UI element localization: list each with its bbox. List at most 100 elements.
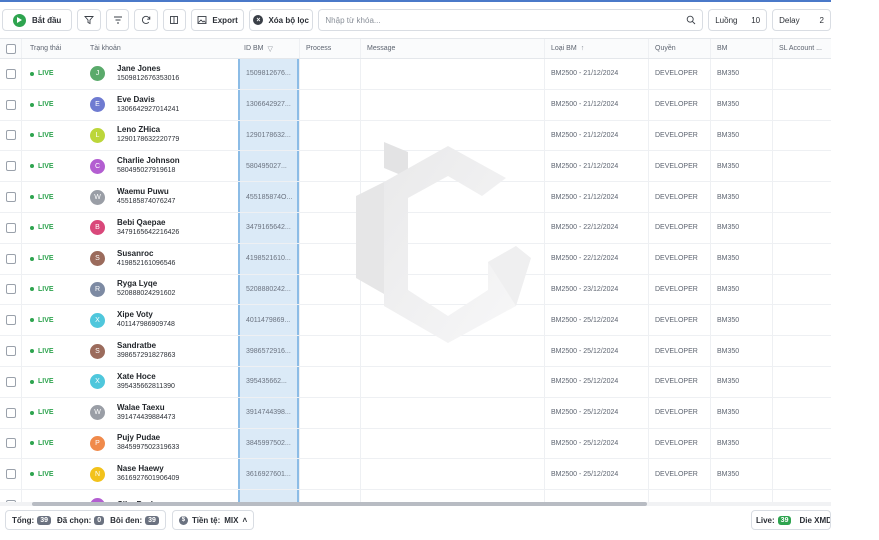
row-checkbox[interactable]	[5, 99, 16, 110]
table-row[interactable]: LIVE R Ryga Lyqe 520888024291602 5208880…	[0, 274, 831, 306]
account-cell: X Xipe Voty 401147986909748	[84, 305, 238, 335]
account-uid: 398657291827863	[117, 352, 176, 360]
currency-select[interactable]: $ Tiền tệ: MIX ˄	[171, 510, 255, 530]
clear-filter-button[interactable]: × Xóa bộ lọc	[248, 9, 314, 31]
header-id-bm[interactable]: ID BM ▽	[238, 39, 299, 58]
row-checkbox[interactable]	[5, 253, 16, 264]
row-checkbox[interactable]	[5, 222, 16, 233]
id-bm-cell[interactable]: 580495027...	[238, 151, 299, 182]
account-name: Leno ZHica	[117, 125, 161, 135]
delay-field[interactable]: Delay 2	[772, 9, 831, 31]
play-icon	[12, 13, 26, 27]
id-bm-cell[interactable]: 455185874O...	[238, 182, 299, 212]
id-bm-cell[interactable]: 3914744398...	[238, 397, 299, 428]
id-bm-cell[interactable]: 1306642927...	[238, 89, 299, 120]
table-row[interactable]: LIVE N Nase Haewy 3616927601906409 36169…	[0, 459, 831, 491]
id-bm-cell[interactable]: 3986572916...	[238, 336, 299, 366]
account-cell: S Sandratbe 398657291827863	[84, 336, 238, 366]
select-all-checkbox[interactable]	[5, 43, 16, 54]
live-die-group: Live: 39 Die XMD	[751, 510, 831, 530]
status-cell: LIVE	[22, 398, 84, 428]
search-box	[318, 9, 704, 31]
bm-type-cell	[544, 490, 648, 502]
process-cell	[299, 336, 360, 366]
account-name: Sandratbe	[117, 341, 157, 351]
total-count: Tổng: 39	[12, 515, 52, 525]
row-checkbox[interactable]	[5, 315, 16, 326]
status-badge: LIVE	[30, 378, 54, 385]
search-icon[interactable]	[686, 15, 696, 25]
id-bm-cell[interactable]: 5208880242...	[238, 274, 299, 305]
filter-button[interactable]	[77, 9, 101, 31]
id-bm-cell[interactable]: 3845997502...	[238, 428, 299, 459]
id-bm-cell[interactable]: 4198521610...	[238, 243, 299, 274]
search-input[interactable]	[325, 15, 656, 25]
export-button[interactable]: Export	[191, 9, 244, 31]
header-status[interactable]: Trạng thái	[22, 39, 84, 58]
header-bm[interactable]: BM	[710, 39, 772, 58]
bm-type-cell: BM2500 - 21/12/2024	[544, 151, 648, 182]
table-row[interactable]: LIVE W Walae Taexu 391474439884473 39147…	[0, 397, 831, 429]
message-cell	[360, 397, 544, 428]
table-row[interactable]: LIVE S Susanroc 419852161096546 41985216…	[0, 243, 831, 275]
row-checkbox[interactable]	[5, 192, 16, 203]
status-cell: LIVE	[22, 429, 84, 459]
table-row[interactable]: LIVE W Waemu Puwu 455185874076247 455185…	[0, 182, 831, 213]
row-checkbox[interactable]	[5, 376, 16, 387]
scrollbar-thumb[interactable]	[32, 502, 647, 506]
id-bm-cell[interactable]	[238, 490, 299, 502]
id-bm-cell[interactable]: 3616927601...	[238, 459, 299, 490]
process-cell	[299, 366, 360, 397]
highlighted-count: Bôi đen: 39	[110, 515, 159, 525]
row-select-cell	[0, 459, 22, 490]
header-sl-account[interactable]: SL Account ...	[772, 39, 831, 58]
columns-button[interactable]	[162, 9, 187, 31]
id-bm-cell[interactable]: 1290178632...	[238, 120, 299, 151]
id-bm-cell[interactable]: 4011479869...	[238, 305, 299, 336]
table-row[interactable]: LIVE C Ciba Puzhae	[0, 490, 831, 502]
account-cell: B Bebi Qaepae 3479165642216426	[84, 213, 238, 243]
clear-filter-label: Xóa bộ lọc	[268, 15, 309, 25]
table-row[interactable]: LIVE B Bebi Qaepae 3479165642216426 3479…	[0, 212, 831, 244]
status-bar: Tổng: 39 Đã chọn: 0 Bôi đen: 39 $ Tiền t…	[0, 509, 831, 531]
header-bm-type-label: Loại BM	[551, 45, 577, 52]
row-checkbox[interactable]	[5, 284, 16, 295]
row-checkbox[interactable]	[5, 161, 16, 172]
threads-field[interactable]: Luồng 10	[708, 9, 768, 31]
horizontal-scrollbar[interactable]	[0, 502, 831, 506]
row-checkbox[interactable]	[5, 438, 16, 449]
table-row[interactable]: LIVE S Sandratbe 398657291827863 3986572…	[0, 336, 831, 367]
table-row[interactable]: LIVE C Charlie Johnson 580495027919618 5…	[0, 151, 831, 183]
account-cell: C Charlie Johnson 580495027919618	[84, 151, 238, 181]
currency-label: Tiền tệ:	[191, 515, 221, 525]
row-checkbox[interactable]	[5, 346, 16, 357]
header-message[interactable]: Message	[360, 39, 544, 58]
header-bm-type[interactable]: Loại BM ↑	[544, 39, 648, 58]
message-cell	[360, 59, 544, 89]
id-bm-cell[interactable]: 395435662...	[238, 366, 299, 397]
table-row[interactable]: LIVE X Xipe Voty 401147986909748 4011479…	[0, 305, 831, 337]
role-cell: DEVELOPER	[648, 459, 710, 490]
id-bm-cell[interactable]: 3479165642...	[238, 212, 299, 243]
header-process[interactable]: Process	[299, 39, 360, 58]
header-account[interactable]: Tài khoản	[84, 39, 238, 58]
table-row[interactable]: LIVE J Jane Jones 1509812676353016 15098…	[0, 59, 831, 90]
sort-up-icon[interactable]: ↑	[581, 45, 585, 52]
account-uid: 3479165642216426	[117, 228, 180, 236]
row-checkbox[interactable]	[5, 469, 16, 480]
row-checkbox[interactable]	[5, 407, 16, 418]
sort-list-button[interactable]	[105, 9, 130, 31]
id-bm-cell[interactable]: 1509812676...	[238, 59, 299, 89]
refresh-button[interactable]	[134, 9, 158, 31]
coin-icon: $	[178, 515, 188, 525]
start-button[interactable]: Bắt đầu	[2, 9, 73, 31]
filter-funnel-icon[interactable]: ▽	[267, 45, 272, 53]
table-row[interactable]: LIVE X Xate Hoce 395435662811390 3954356…	[0, 366, 831, 398]
process-cell	[299, 397, 360, 428]
table-row[interactable]: LIVE P Pujy Pudae 3845997502319633 38459…	[0, 428, 831, 460]
header-role[interactable]: Quyền	[648, 39, 710, 58]
table-row[interactable]: LIVE E Eve Davis 1306642927014241 130664…	[0, 89, 831, 121]
row-checkbox[interactable]	[5, 68, 16, 79]
table-row[interactable]: LIVE L Leno ZHica 1290178632220779 12901…	[0, 120, 831, 152]
row-checkbox[interactable]	[5, 130, 16, 141]
